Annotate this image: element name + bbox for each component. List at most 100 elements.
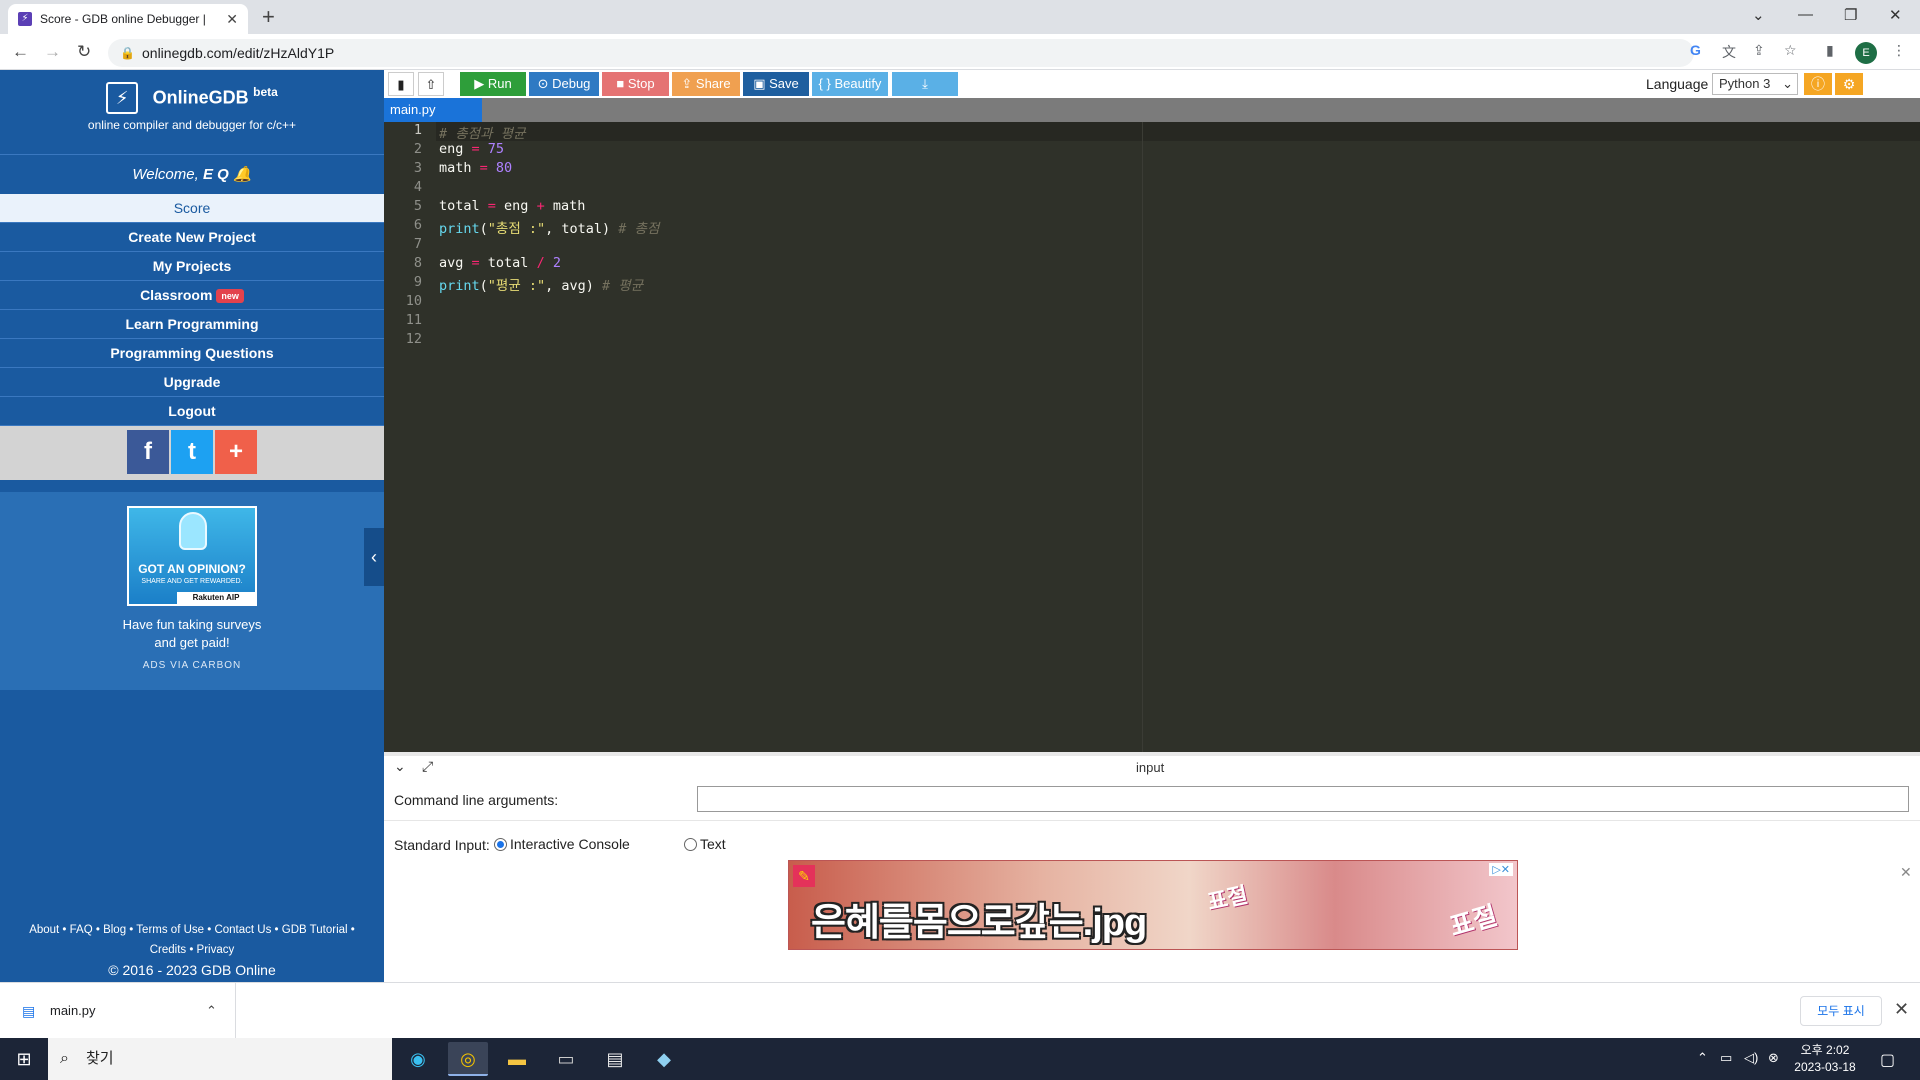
profile-avatar[interactable]: E (1855, 42, 1877, 64)
tray-chevron-up-icon[interactable]: ⌃ (1697, 1050, 1708, 1066)
translate-icon[interactable]: 文 (1722, 42, 1736, 62)
sidebar-item-score[interactable]: Score (0, 194, 384, 223)
chrome-icon[interactable]: ◎ (448, 1042, 488, 1076)
tab-search-icon[interactable]: ⌄ (1752, 6, 1765, 24)
cmd-args-input[interactable] (697, 786, 1909, 812)
tab-title: Score - GDB online Debugger | (40, 12, 206, 26)
footer-links-2[interactable]: Credits • Privacy (0, 940, 384, 960)
brand-subtitle: online compiler and debugger for c/c++ (87, 118, 297, 132)
sidebar-item-label: Classroom (140, 287, 213, 303)
upload-file-icon[interactable]: ⇧ (418, 72, 444, 96)
code-token: eng (495, 198, 537, 214)
onlinegdb-logo-icon[interactable]: ⚡ (106, 82, 139, 114)
code-comment: # 평균 (602, 278, 644, 294)
carbon-ad[interactable]: GOT AN OPINION? SHARE AND GET REWARDED. … (0, 492, 384, 690)
sidebar-item-create-new-project[interactable]: Create New Project (0, 223, 384, 252)
search-placeholder: 찾기 (86, 1050, 114, 1067)
line-number: 7 (413, 236, 422, 252)
bookmark-star-icon[interactable]: ☆ (1784, 42, 1797, 59)
sidebar-item-my-projects[interactable]: My Projects (0, 252, 384, 281)
reload-icon[interactable]: ↻ (77, 42, 91, 62)
radio-interactive-console[interactable]: Interactive Console (494, 836, 630, 852)
sidebar-item-programming-questions[interactable]: Programming Questions (0, 339, 384, 368)
ad-image[interactable]: GOT AN OPINION? SHARE AND GET REWARDED. … (127, 506, 257, 606)
tab-close-icon[interactable]: ✕ (226, 11, 238, 28)
beautify-button[interactable]: { } Beautify (812, 72, 888, 96)
forward-icon[interactable]: → (44, 42, 61, 62)
ad-text[interactable]: Have fun taking surveys and get paid! (0, 616, 384, 652)
code-line: print("평균 :", avg) # 평균 (439, 274, 643, 294)
welcome-prefix: Welcome, (132, 166, 203, 183)
line-number: 8 (413, 255, 422, 271)
welcome-user[interactable]: E Q (203, 166, 229, 183)
radio-unchecked-icon[interactable] (684, 838, 697, 851)
system-clock[interactable]: 오후 2:02 2023-03-18 (1790, 1042, 1860, 1076)
debug-button[interactable]: ⊙ Debug (529, 72, 599, 96)
edge-icon[interactable]: ◉ (398, 1042, 438, 1076)
side-panel-icon[interactable]: ▮ (1826, 42, 1834, 59)
network-icon[interactable]: ▭ (1720, 1050, 1732, 1066)
code-token: 75 (479, 141, 505, 157)
ime-icon[interactable]: ⊗ (1768, 1050, 1779, 1066)
chevron-up-icon[interactable]: ⌃ (206, 983, 217, 1039)
collapse-panel-icon[interactable]: ⌄ (394, 758, 406, 775)
sidebar-item-logout[interactable]: Logout (0, 397, 384, 426)
ads-via-carbon[interactable]: ADS VIA CARBON (0, 660, 384, 671)
sidebar-item-upgrade[interactable]: Upgrade (0, 368, 384, 397)
share-icon[interactable]: ⇪ (1753, 42, 1765, 59)
facebook-icon[interactable]: f (127, 430, 169, 474)
window-close-icon[interactable]: ✕ (1889, 6, 1902, 24)
twitter-icon[interactable]: t (171, 430, 213, 474)
browser-menu-icon[interactable]: ⋮ (1892, 42, 1906, 59)
collapse-sidebar-icon[interactable]: ‹ (364, 528, 384, 586)
line-number: 3 (413, 160, 422, 176)
browser-tab[interactable]: ⚡ Score - GDB online Debugger | ✕ (8, 4, 248, 34)
code-token: print (439, 221, 480, 237)
radio-checked-icon[interactable] (494, 838, 507, 851)
download-item[interactable]: ▤ main.py ⌃ (20, 983, 236, 1039)
save-button[interactable]: ▣ Save (743, 72, 809, 96)
minimize-icon[interactable]: — (1798, 6, 1813, 23)
language-select[interactable]: Python 3 ⌄ (1712, 73, 1798, 95)
file-tab-main-py[interactable]: main.py (384, 98, 482, 122)
sidebar-item-learn-programming[interactable]: Learn Programming (0, 310, 384, 339)
divider (384, 820, 1920, 821)
close-download-shelf-icon[interactable]: ✕ (1894, 999, 1909, 1020)
expand-panel-icon[interactable]: ⤢ (422, 758, 433, 775)
line-number: 6 (413, 217, 422, 233)
code-token: ( (479, 278, 488, 294)
sidebar-item-classroom[interactable]: Classroom new (0, 281, 384, 310)
banner-ad[interactable]: ✎ ▷✕ 은혜를몸으로갚는.jpg 표절 표절 (788, 860, 1518, 950)
restore-icon[interactable]: ❐ (1844, 6, 1857, 24)
show-all-button[interactable]: 모두 표시 (1800, 996, 1882, 1026)
close-ad-icon[interactable]: ✕ (1900, 864, 1912, 881)
url-field[interactable]: 🔒 onlinegdb.com/edit/zHzAldY1P (108, 39, 1694, 67)
notifications-icon[interactable]: ▢ (1880, 1050, 1895, 1070)
code-editor[interactable]: 1 2 3 4 5 6 7 8 9 10 11 12 # 총점과 평균 eng … (384, 122, 1920, 752)
adchoices-icon[interactable]: ▷✕ (1489, 863, 1513, 876)
google-icon[interactable]: G (1690, 42, 1701, 58)
run-button[interactable]: ▶ Run (460, 72, 526, 96)
new-tab-icon[interactable]: + (262, 6, 275, 28)
add-share-icon[interactable]: + (215, 430, 257, 474)
brand-name[interactable]: OnlineGDB (153, 88, 249, 108)
taskbar-search[interactable]: ⌕ 찾기 (48, 1038, 392, 1080)
bell-icon[interactable]: 🔔 (233, 166, 252, 183)
download-icon[interactable]: ⤓ (892, 72, 958, 96)
windows-start-icon[interactable]: ⊞ (0, 1038, 48, 1080)
notepad-icon[interactable]: ◆ (644, 1042, 684, 1076)
file-explorer-icon[interactable]: ▬ (497, 1042, 537, 1076)
radio-text[interactable]: Text (684, 836, 726, 852)
back-icon[interactable]: ← (12, 42, 29, 62)
brand: ⚡ OnlineGDB beta online compiler and deb… (0, 70, 384, 142)
stop-button[interactable]: ■ Stop (602, 72, 669, 96)
info-icon[interactable]: ⓘ (1804, 73, 1832, 95)
settings-gear-icon[interactable]: ⚙ (1835, 73, 1863, 95)
terminal-icon[interactable]: ▭ (546, 1042, 586, 1076)
document-app-icon[interactable]: ▤ (595, 1042, 635, 1076)
footer-links[interactable]: About • FAQ • Blog • Terms of Use • Cont… (0, 920, 384, 940)
volume-icon[interactable]: ◁) (1744, 1050, 1758, 1066)
input-panel-header: ⌄ ⤢ input (384, 758, 1920, 778)
share-button[interactable]: ⇪ Share (672, 72, 740, 96)
new-file-icon[interactable]: ▮ (388, 72, 414, 96)
